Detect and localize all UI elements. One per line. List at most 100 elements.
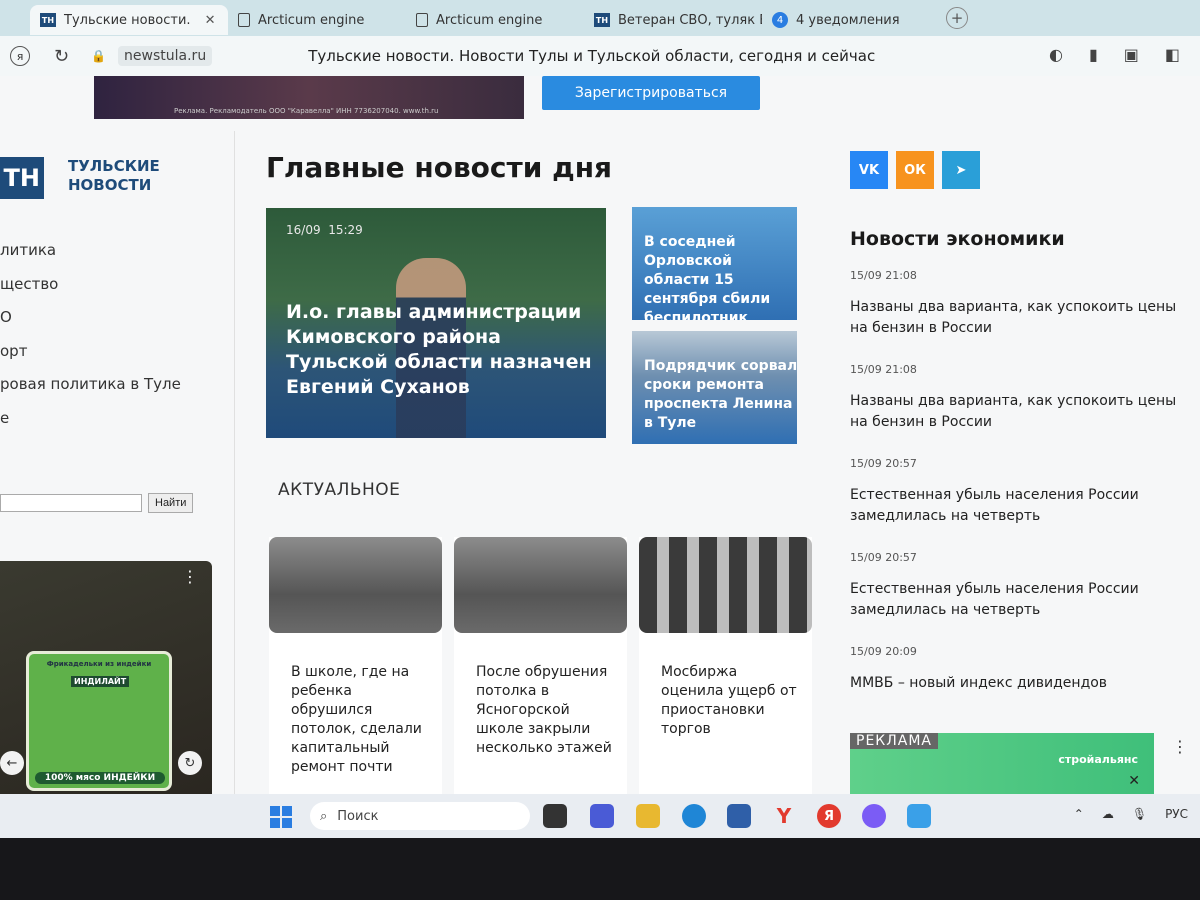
- ad-disclaimer: Реклама. Рекламодатель ООО "Каравелла" И…: [174, 107, 439, 115]
- logo-mark[interactable]: TH: [0, 157, 44, 199]
- item-time: 15/09 20:57: [850, 457, 917, 470]
- card-title[interactable]: Мосбиржа оценила ущерб от приостановки т…: [661, 663, 801, 739]
- page-title: Тульские новости. Новости Тулы и Тульско…: [308, 47, 876, 65]
- list-item[interactable]: 15/09 20:57 Естественная убыль населения…: [850, 551, 1190, 645]
- search-button[interactable]: Найти: [148, 493, 194, 513]
- odnoklassniki-icon[interactable]: ОК: [896, 151, 934, 189]
- edge-icon[interactable]: [682, 804, 706, 828]
- vk-icon[interactable]: VK: [850, 151, 888, 189]
- ad-label: РЕКЛАМА: [850, 733, 938, 749]
- refresh-icon[interactable]: ↻: [178, 751, 202, 775]
- actual-card[interactable]: Мосбиржа оценила ущерб от приостановки т…: [639, 537, 812, 794]
- card-image[interactable]: [454, 537, 627, 633]
- web-page: Реклама. Рекламодатель ООО "Каравелла" И…: [0, 76, 1200, 794]
- hero-date: 16/09: [286, 223, 321, 237]
- alice-icon[interactable]: [862, 804, 886, 828]
- reload-icon[interactable]: ↻: [54, 46, 69, 67]
- windows-start-icon[interactable]: [270, 806, 292, 828]
- taskbar-search[interactable]: ⌕ Поиск: [310, 802, 530, 830]
- cloud-icon[interactable]: ☁: [1102, 807, 1114, 821]
- search-icon: ⌕: [320, 808, 328, 824]
- notification-badge: 4: [772, 12, 788, 28]
- card-image[interactable]: [639, 537, 812, 633]
- search-input[interactable]: [0, 494, 142, 512]
- side-news-2[interactable]: Подрядчик сорвал сроки ремонта проспекта…: [632, 331, 797, 444]
- right-sidebar: VK ОК ➤ Новости экономики 15/09 21:08 На…: [830, 131, 1200, 794]
- item-time: 15/09 21:08: [850, 269, 917, 282]
- list-item[interactable]: 15/09 20:09 ММВБ – новый индекс дивиденд…: [850, 645, 1190, 739]
- tab-arcticum-1[interactable]: Arcticum engine: [228, 5, 406, 35]
- card-image[interactable]: [269, 537, 442, 633]
- url-domain[interactable]: newstula.ru: [118, 46, 213, 66]
- item-title[interactable]: ММВБ – новый индекс дивидендов: [850, 673, 1190, 694]
- side-news-title[interactable]: Подрядчик сорвал сроки ремонта проспекта…: [644, 357, 797, 433]
- item-title[interactable]: Естественная убыль населения России заме…: [850, 579, 1190, 621]
- side-news-title[interactable]: В соседней Орловской области 15 сентября…: [644, 233, 797, 320]
- lock-icon[interactable]: 🔒: [91, 49, 106, 63]
- side-news-1[interactable]: В соседней Орловской области 15 сентября…: [632, 207, 797, 320]
- list-item[interactable]: 15/09 20:57 Естественная убыль населения…: [850, 457, 1190, 551]
- microphone-icon[interactable]: 🎙: [1132, 807, 1147, 821]
- item-time: 15/09 20:09: [850, 645, 917, 658]
- extensions-icon[interactable]: ◧: [1165, 45, 1180, 64]
- product-package: Фрикадельки из индейки ИНДИЛАЙТ 100% мяс…: [26, 651, 172, 791]
- tab-label: Arcticum engine: [436, 12, 543, 28]
- menu-item[interactable]: щество: [0, 275, 181, 309]
- hero-news[interactable]: 16/09 15:29 И.о. главы администрации Ким…: [266, 208, 606, 438]
- main-content: Главные новости дня 16/09 15:29 И.о. гла…: [236, 131, 830, 794]
- menu-item[interactable]: O: [0, 308, 181, 342]
- card-title[interactable]: В школе, где на ребенка обрушился потоло…: [291, 663, 431, 777]
- bookmark-icon[interactable]: ▮: [1089, 45, 1098, 64]
- close-tab-icon[interactable]: ✕: [205, 13, 216, 28]
- close-icon[interactable]: ✕: [1128, 773, 1140, 789]
- tab-notifications[interactable]: 4 4 уведомления: [762, 5, 932, 35]
- new-tab-button[interactable]: +: [946, 7, 968, 29]
- card-title[interactable]: После обрушения потолка в Ясногорской шк…: [476, 663, 616, 758]
- document-icon: [238, 13, 250, 27]
- yandex-browser-icon[interactable]: Y: [772, 804, 796, 828]
- menu-item[interactable]: орт: [0, 342, 181, 376]
- telegram-icon[interactable]: ➤: [942, 151, 980, 189]
- economy-heading: Новости экономики: [850, 228, 1065, 250]
- chat-icon[interactable]: [590, 804, 614, 828]
- logo-text[interactable]: ТУЛЬСКИЕ НОВОСТИ: [68, 157, 188, 195]
- tab-tulskie-novosti[interactable]: TH Тульские новости. ✕: [30, 5, 228, 35]
- tab-arcticum-2[interactable]: Arcticum engine: [406, 5, 584, 35]
- list-item[interactable]: 15/09 21:08 Названы два варианта, как ус…: [850, 269, 1190, 363]
- task-view-icon[interactable]: [543, 804, 567, 828]
- product-line: Фрикадельки из индейки: [46, 660, 152, 668]
- hero-title[interactable]: И.о. главы администрации Кимовского райо…: [286, 300, 602, 400]
- tab-veteran[interactable]: TH Ветеран СВО, туляк Е: [584, 5, 762, 35]
- yandex-icon[interactable]: я: [10, 46, 30, 66]
- item-title[interactable]: Названы два варианта, как успокоить цены…: [850, 391, 1190, 433]
- collections-icon[interactable]: ▣: [1124, 45, 1139, 64]
- reader-icon[interactable]: ◐: [1049, 45, 1063, 64]
- hero-time: 15:29: [328, 223, 363, 237]
- register-button[interactable]: Зарегистрироваться: [542, 76, 760, 110]
- ad-block[interactable]: РЕКЛАМА стройальянс ✕: [850, 733, 1154, 794]
- more-icon[interactable]: ⋮: [182, 567, 198, 586]
- yandex-icon[interactable]: Я: [817, 804, 841, 828]
- language-indicator[interactable]: РУС: [1165, 807, 1188, 821]
- menu-item[interactable]: литика: [0, 241, 181, 275]
- actual-card[interactable]: После обрушения потолка в Ясногорской шк…: [454, 537, 627, 794]
- list-item[interactable]: 15/09 21:08 Названы два варианта, как ус…: [850, 363, 1190, 457]
- menu-item[interactable]: е: [0, 409, 181, 443]
- actual-card[interactable]: В школе, где на ребенка обрушился потоло…: [269, 537, 442, 794]
- ad-brand: стройальянс: [1058, 753, 1138, 766]
- chevron-up-icon[interactable]: ⌃: [1074, 807, 1084, 821]
- tn-favicon: TH: [40, 13, 56, 27]
- menu-item[interactable]: ровая политика в Туле: [0, 375, 181, 409]
- economy-list: 15/09 21:08 Названы два варианта, как ус…: [850, 269, 1190, 739]
- more-icon[interactable]: ⋮: [1172, 737, 1188, 756]
- main-heading: Главные новости дня: [266, 151, 613, 184]
- folder-icon[interactable]: [636, 804, 660, 828]
- item-title[interactable]: Названы два варианта, как успокоить цены…: [850, 297, 1190, 339]
- document-icon: [416, 13, 428, 27]
- promo-ad[interactable]: ⋮ Фрикадельки из индейки ИНДИЛАЙТ 100% м…: [0, 561, 212, 794]
- messenger-icon[interactable]: [907, 804, 931, 828]
- store-icon[interactable]: [727, 804, 751, 828]
- prev-arrow-icon[interactable]: ←: [0, 751, 24, 775]
- item-title[interactable]: Естественная убыль населения России заме…: [850, 485, 1190, 527]
- ad-banner[interactable]: Реклама. Рекламодатель ООО "Каравелла" И…: [94, 76, 524, 119]
